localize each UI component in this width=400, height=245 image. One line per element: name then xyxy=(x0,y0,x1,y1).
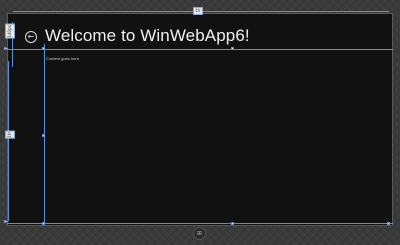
windows-start-button[interactable]: ⊞ xyxy=(193,227,206,240)
grid-guide-left-ruler xyxy=(8,61,9,221)
left-body-measure-label[interactable]: 1fr xyxy=(5,131,15,139)
page-title: Welcome to WinWebApp6! xyxy=(45,26,250,45)
guide-handle[interactable] xyxy=(231,47,234,50)
guide-handle[interactable] xyxy=(42,222,45,225)
top-measure-label[interactable]: 1fr xyxy=(193,7,203,15)
app-screen: ← Welcome to WinWebApp6! Content goes he… xyxy=(8,14,392,225)
grid-guide-header xyxy=(7,49,393,50)
guide-handle[interactable] xyxy=(231,222,234,225)
device-frame: ← Welcome to WinWebApp6! Content goes he… xyxy=(7,13,393,226)
guide-handle[interactable] xyxy=(42,47,45,50)
grid-guide-bottom xyxy=(7,223,393,224)
guide-handle[interactable] xyxy=(387,222,390,225)
guide-arrow-marker[interactable]: ► xyxy=(4,219,9,225)
content-text: Content goes here. xyxy=(46,56,81,61)
back-arrow-icon: ← xyxy=(27,32,35,41)
windows-start-icon: ⊞ xyxy=(196,230,203,237)
left-top-measure-label[interactable]: 140px xyxy=(5,24,15,39)
guide-arrow-marker[interactable]: ► xyxy=(4,46,9,52)
guide-handle[interactable] xyxy=(42,134,45,137)
back-button[interactable]: ← xyxy=(25,31,37,43)
